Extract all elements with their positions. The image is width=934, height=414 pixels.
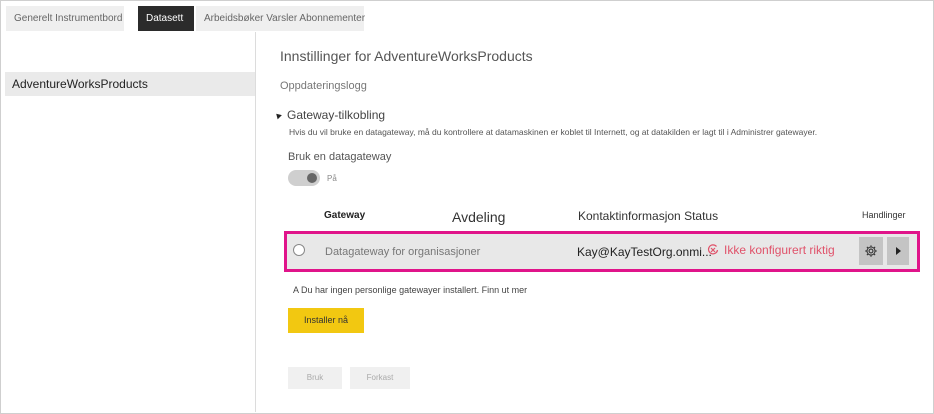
gateway-description: Hvis du vil bruke en datagateway, må du … <box>289 127 818 137</box>
toggle-state-label: På <box>327 174 337 183</box>
tab-bar: Generelt Instrumentbord Datasett Arbeids… <box>6 6 366 31</box>
gateway-contact: Kay@KayTestOrg.onmi... <box>577 245 712 259</box>
warning-status-icon <box>707 244 719 255</box>
refresh-log-link[interactable]: Oppdateringslogg <box>280 80 367 92</box>
install-now-button[interactable]: Installer nå <box>288 308 364 333</box>
status-text: Ikke konfigurert riktig <box>724 243 835 257</box>
page-title: Innstillinger for AdventureWorksProducts <box>280 48 533 64</box>
settings-button[interactable] <box>859 237 883 265</box>
gear-icon <box>865 245 877 257</box>
gateway-section-toggle[interactable]: Gateway-tilkobling <box>274 108 386 122</box>
use-gateway-toggle[interactable] <box>288 170 320 186</box>
play-icon <box>895 247 901 255</box>
use-gateway-label: Bruk en datagateway <box>288 151 392 163</box>
column-header-department: Avdeling <box>452 209 506 225</box>
tab-workbooks-label: Arbeidsbøker <box>204 13 264 24</box>
sidebar-item-adventureworksproducts[interactable]: AdventureWorksProducts <box>5 72 255 96</box>
tab-dashboard-label: Instrumentbord <box>55 13 123 24</box>
column-header-contact-status: Kontaktinformasjon Status <box>578 209 718 223</box>
settings-panel: Innstillinger for AdventureWorksProducts… <box>256 32 932 412</box>
column-header-actions: Handlinger <box>862 210 906 220</box>
column-header-status: Status <box>684 209 719 223</box>
table-row[interactable]: Datagateway for organisasjoner Kay@KayTe… <box>284 231 920 272</box>
triangle-expand-icon <box>274 111 282 119</box>
discard-button[interactable]: Forkast <box>350 367 410 389</box>
tab-alerts-label: Varsler <box>266 13 298 24</box>
sidebar: AdventureWorksProducts <box>1 32 256 412</box>
column-header-gateway: Gateway <box>324 210 366 221</box>
gateway-section-label: Gateway-tilkobling <box>287 108 386 122</box>
column-header-contact: Kontaktinformasjon <box>578 209 681 223</box>
personal-gateway-note: A Du har ingen personlige gatewayer inst… <box>293 285 528 295</box>
tab-general-dashboard[interactable]: Generelt Instrumentbord <box>6 6 124 31</box>
tab-datasets[interactable]: Datasett <box>138 6 194 31</box>
toggle-knob <box>307 173 317 183</box>
radio-icon[interactable] <box>293 244 305 256</box>
expand-row-button[interactable] <box>887 237 909 265</box>
tab-subscriptions-label: Abonnementer <box>299 13 366 24</box>
tab-workbooks-alerts-subscriptions[interactable]: Arbeidsbøker Varsler Abonnementer <box>196 6 366 31</box>
tab-general-label: Generelt <box>14 13 53 24</box>
apply-button[interactable]: Bruk <box>288 367 342 389</box>
status-badge: Ikke konfigurert riktig <box>707 243 835 257</box>
gateway-name: Datagateway for organisasjoner <box>325 246 481 258</box>
